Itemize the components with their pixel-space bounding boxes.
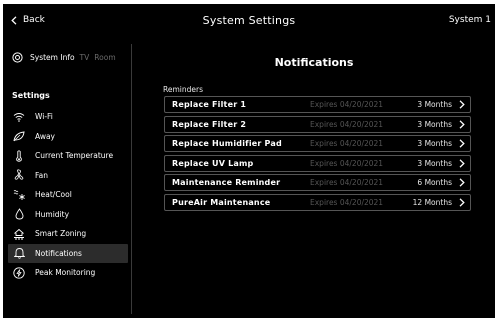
sidebar-item-wifi[interactable]: Wi-Fi [8,107,128,127]
leaf-icon [12,130,26,142]
sidebar-item-label: Current Temperature [35,151,114,161]
sidebar-item-label: Fan [35,170,48,180]
reminder-interval: 12 Months [412,197,452,207]
reminder-interval: 3 Months [417,100,452,109]
tab-system-info[interactable]: System Info [30,53,75,62]
reminders-list: Replace Filter 1 Expires 04/20/2021 3 Mo… [164,96,471,214]
settings-menu: Wi-Fi Away Current Temperature Fan Heat/… [8,107,128,283]
chevron-right-icon [459,100,465,109]
reminder-row-replace-filter-2[interactable]: Replace Filter 2 Expires 04/20/2021 3 Mo… [164,115,471,133]
tab-tv[interactable]: TV [80,53,90,62]
reminder-label: Replace Filter 2 [172,119,247,129]
sidebar-item-label: Wi-Fi [35,112,53,122]
panel-title: Notifications [274,56,354,69]
reminder-expires: Expires 04/20/2021 [310,100,384,109]
sidebar-divider [131,44,132,314]
sidebar-item-peak-monitoring[interactable]: Peak Monitoring [8,263,128,283]
reminder-row-maintenance-reminder[interactable]: Maintenance Reminder Expires 04/20/2021 … [164,174,471,192]
sidebar-item-label: Peak Monitoring [35,268,96,278]
reminder-expires: Expires 04/20/2021 [310,139,384,149]
sidebar-item-fan[interactable]: Fan [8,166,128,186]
reminder-label: Replace Filter 1 [172,100,247,109]
reminder-row-replace-humidifier-pad[interactable]: Replace Humidifier Pad Expires 04/20/202… [164,135,471,153]
section-label: Reminders [163,85,203,94]
reminder-expires: Expires 04/20/2021 [310,158,384,168]
app-screen: Back System Settings System 1 System Inf… [3,4,495,318]
reminder-interval: 6 Months [417,178,452,188]
reminder-label: PureAir Maintenance [172,197,271,207]
sidebar-item-smart-zoning[interactable]: Smart Zoning [8,224,128,244]
reminder-expires: Expires 04/20/2021 [310,197,384,207]
sidebar-item-heat-cool[interactable]: Heat/Cool [8,185,128,205]
sidebar-item-label: Away [35,131,55,141]
sidebar-item-current-temperature[interactable]: Current Temperature [8,146,128,166]
sidebar-item-humidity[interactable]: Humidity [8,205,128,225]
chevron-right-icon [459,119,465,129]
settings-circle-icon [12,51,23,63]
sidebar-item-label: Humidity [35,209,70,219]
heat-cool-icon [12,189,26,201]
chevron-right-icon [459,139,465,148]
zoning-icon [12,228,26,240]
sidebar-tabs: System Info TV Room [12,50,121,64]
reminder-label: Maintenance Reminder [172,178,281,188]
chevron-right-icon [459,178,465,188]
sidebar-item-label: Heat/Cool [35,190,72,200]
chevron-right-icon [459,159,465,168]
reminder-interval: 3 Months [417,139,452,149]
sidebar-item-away[interactable]: Away [8,127,128,147]
sidebar: System Info TV Room Settings Wi-Fi Away [3,40,130,318]
reminder-interval: 3 Months [417,119,452,129]
lightning-icon [12,267,26,279]
tab-room[interactable]: Room [94,53,115,62]
notifications-panel: Notifications Reminders Replace Filter 1… [133,40,495,318]
sidebar-item-notifications[interactable]: Notifications [8,243,128,263]
reminder-row-replace-filter-1[interactable]: Replace Filter 1 Expires 04/20/2021 3 Mo… [164,96,471,113]
reminder-label: Replace UV Lamp [172,158,254,168]
reminder-label: Replace Humidifier Pad [172,139,282,149]
page-title: System Settings [202,14,296,27]
fan-icon [12,169,26,181]
top-bar: Back System Settings System 1 [3,4,495,40]
reminder-expires: Expires 04/20/2021 [310,178,384,188]
droplet-icon [12,208,26,220]
settings-header: Settings [12,91,50,100]
thermometer-icon [12,150,26,162]
sidebar-item-label: Notifications [35,248,82,258]
reminder-interval: 3 Months [417,158,452,168]
reminder-row-pureair-maintenance[interactable]: PureAir Maintenance Expires 04/20/2021 1… [164,193,471,211]
wifi-icon [12,111,26,123]
system-selector[interactable]: System 1 [449,15,491,25]
reminder-expires: Expires 04/20/2021 [310,119,384,129]
sidebar-item-label: Smart Zoning [35,229,87,239]
chevron-right-icon [459,198,465,207]
bell-icon [12,247,26,259]
reminder-row-replace-uv-lamp[interactable]: Replace UV Lamp Expires 04/20/2021 3 Mon… [164,154,471,172]
